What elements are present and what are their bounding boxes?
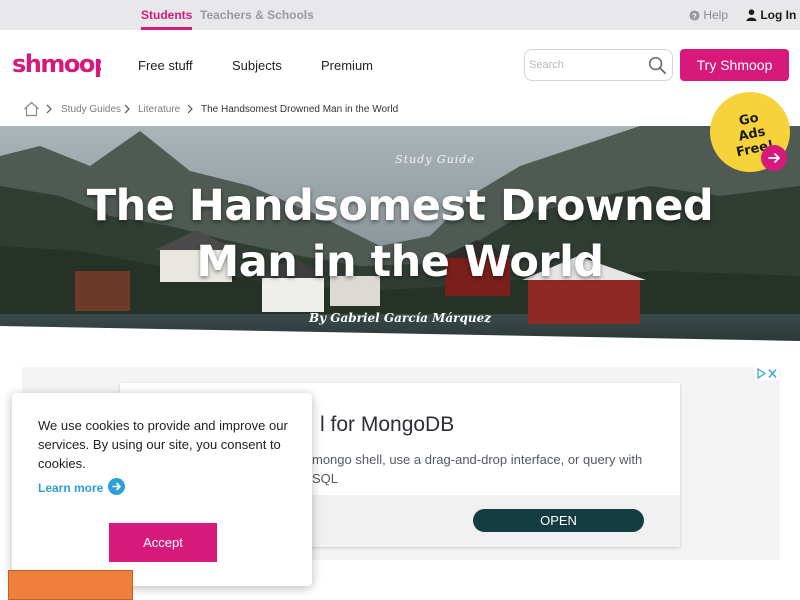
search-box	[524, 49, 673, 81]
chevron-right-icon	[46, 104, 52, 114]
chevron-right-icon	[187, 104, 193, 114]
user-icon	[746, 9, 757, 21]
chevron-right-icon	[124, 104, 130, 114]
content-thumbnail[interactable]	[8, 570, 133, 600]
learn-more-arrow-icon[interactable]	[108, 478, 125, 495]
nav-premium[interactable]: Premium	[321, 58, 373, 73]
ads-free-arrow-button[interactable]	[761, 145, 787, 171]
svg-text:?: ?	[692, 11, 697, 20]
ad-open-button[interactable]: OPEN	[473, 509, 644, 532]
arrow-right-icon	[768, 153, 780, 163]
breadcrumb-current: The Handsomest Drowned Man in the World	[201, 104, 399, 115]
top-utility-bar: Students Teachers & Schools ? Help Log I…	[0, 0, 800, 30]
accept-cookies-button[interactable]: Accept	[109, 523, 217, 562]
nav-free-stuff[interactable]: Free stuff	[138, 58, 193, 73]
hero-author: By Gabriel García Márquez	[308, 311, 492, 325]
page: Students Teachers & Schools ? Help Log I…	[0, 0, 800, 600]
tab-teachers-schools[interactable]: Teachers & Schools	[200, 0, 314, 30]
breadcrumb-study-guides[interactable]: Study Guides	[61, 104, 121, 115]
breadcrumb: Study Guides Literature The Handsomest D…	[0, 98, 800, 126]
shmoop-logo[interactable]: shmoop	[11, 46, 101, 84]
home-icon[interactable]	[23, 101, 40, 117]
search-input[interactable]	[529, 56, 639, 74]
login-label: Log In	[760, 8, 797, 22]
help-link[interactable]: ? Help	[689, 0, 728, 30]
cookie-message: We use cookies to provide and improve ou…	[38, 418, 288, 471]
adchoices-icon[interactable]	[755, 367, 779, 380]
logo-text: shmoop	[12, 50, 101, 78]
try-shmoop-button[interactable]: Try Shmoop	[680, 49, 789, 81]
help-label: Help	[703, 8, 729, 22]
login-link[interactable]: Log In	[746, 0, 796, 30]
breadcrumb-literature[interactable]: Literature	[138, 104, 180, 115]
nav-subjects[interactable]: Subjects	[232, 58, 282, 73]
hero-kicker: Study Guide	[395, 153, 475, 166]
tab-students[interactable]: Students	[141, 0, 193, 30]
arrow-right-icon	[112, 482, 121, 491]
search-icon[interactable]	[648, 56, 667, 75]
page-title: The Handsomest Drowned Man in the World	[86, 181, 714, 287]
ad-headline[interactable]: l for MongoDB	[320, 413, 454, 437]
learn-more-link[interactable]: Learn more	[38, 481, 103, 495]
help-icon: ?	[689, 10, 700, 21]
ad-description: mongo shell, use a drag-and-drop interfa…	[312, 452, 643, 486]
